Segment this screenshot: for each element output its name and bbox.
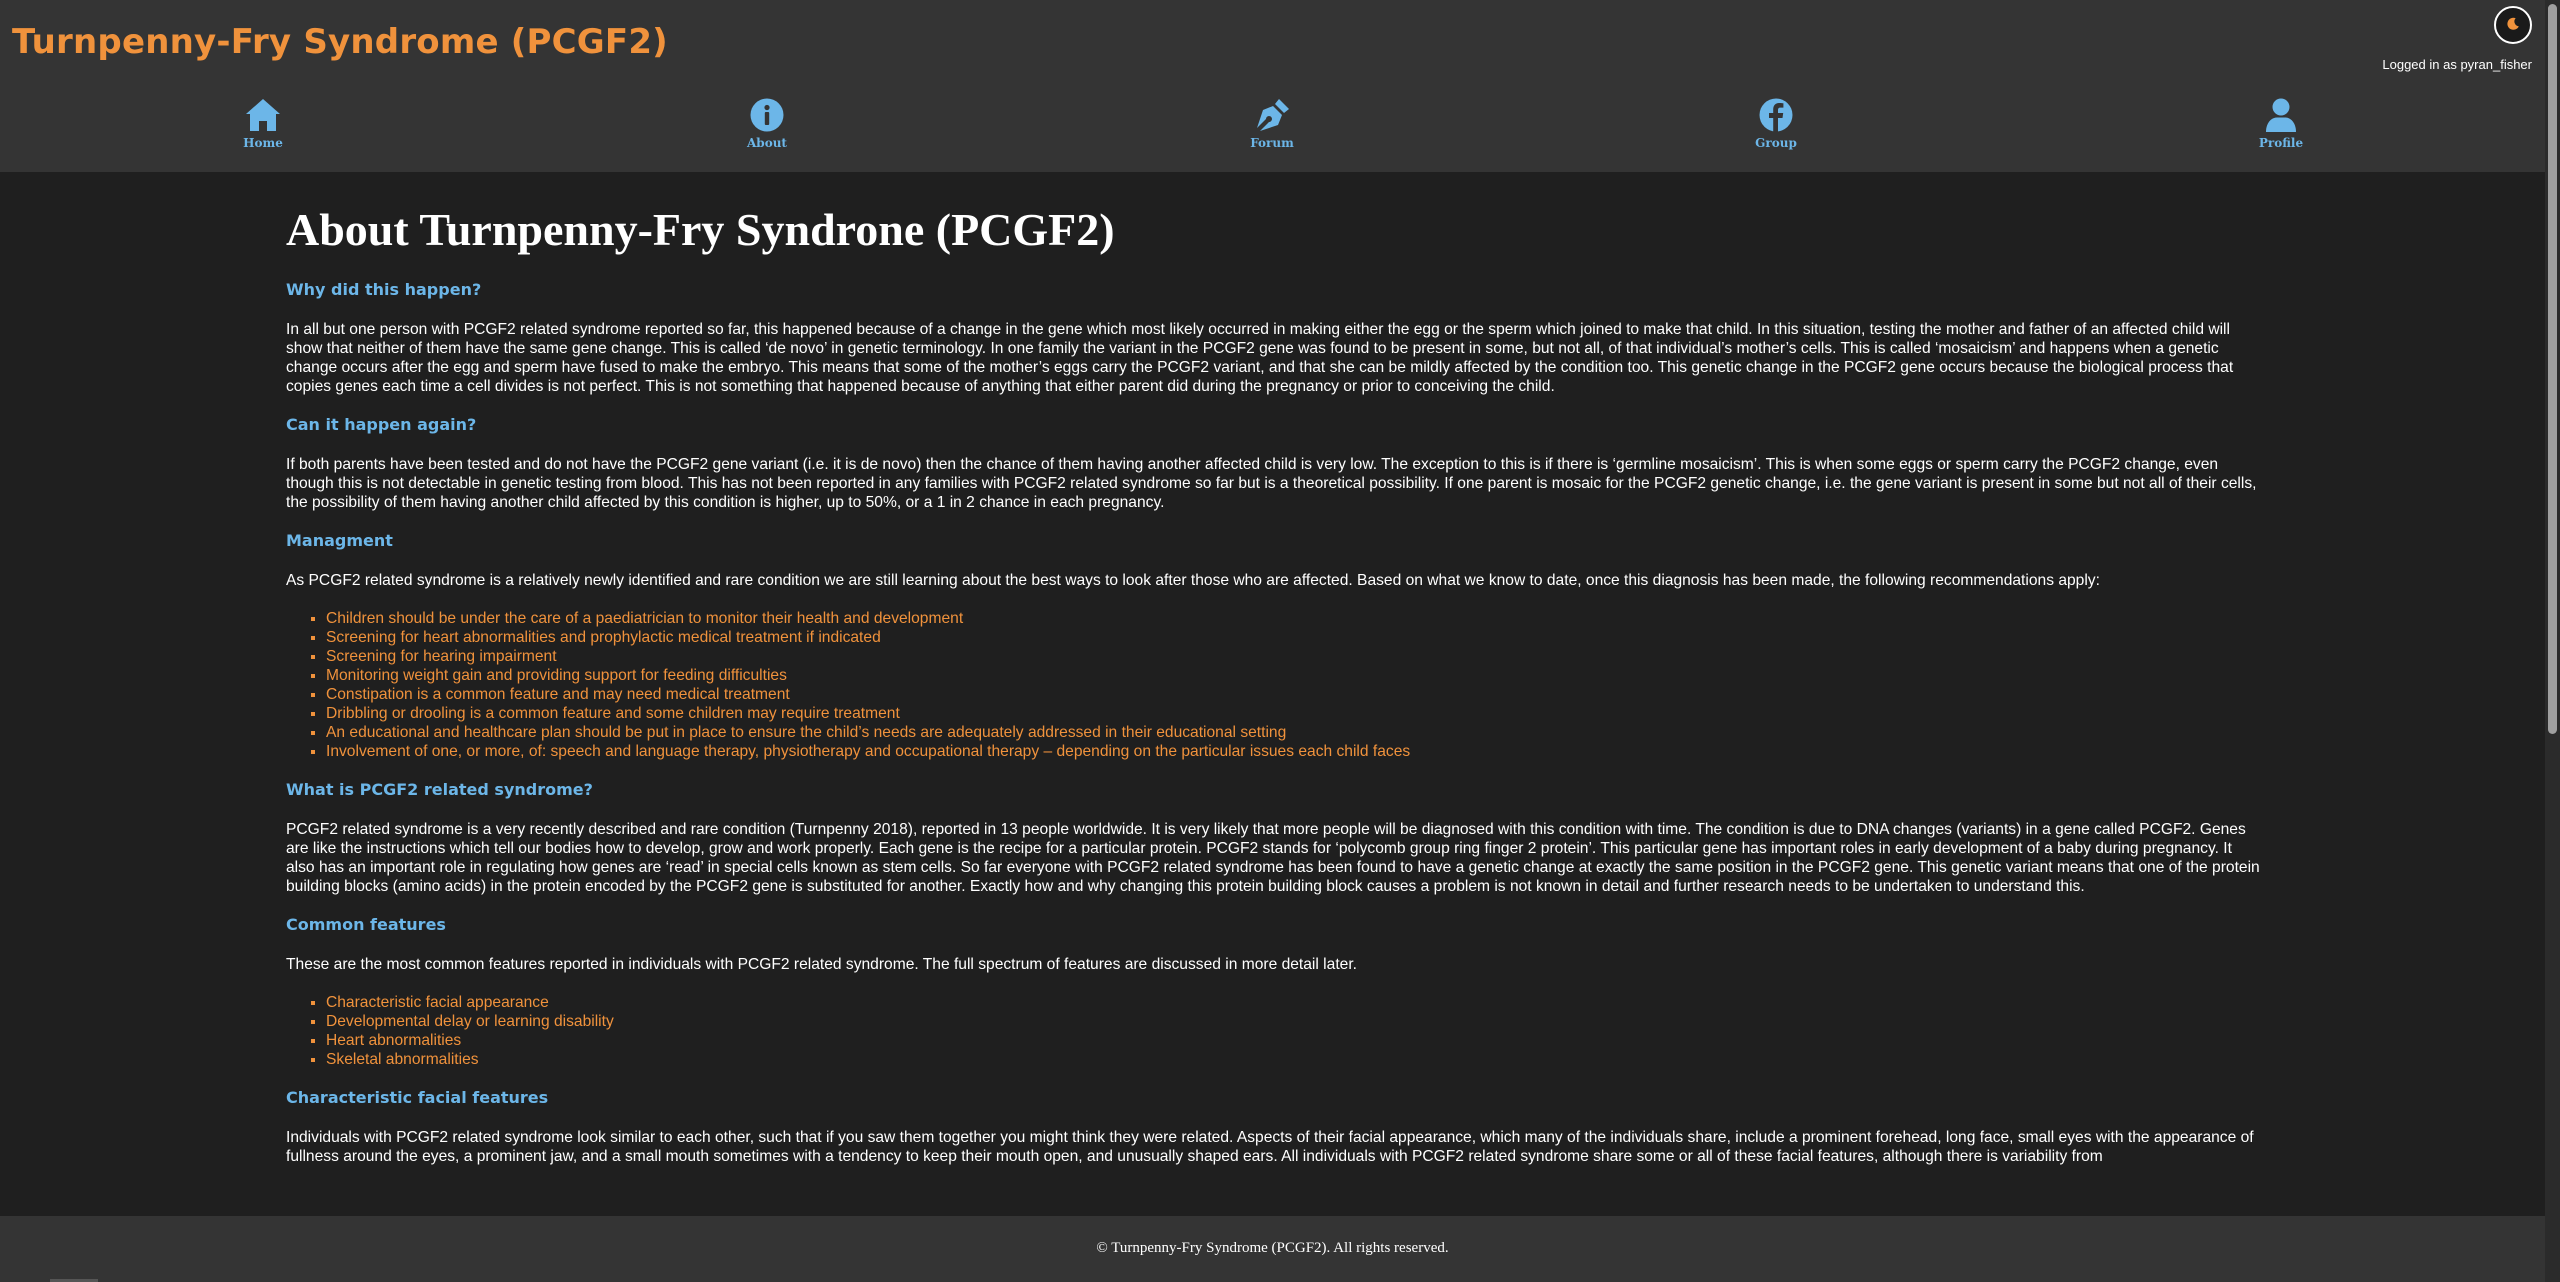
site-footer: © Turnpenny-Fry Syndrome (PCGF2). All ri… bbox=[0, 1216, 2545, 1282]
nav-label-about: About bbox=[747, 136, 787, 150]
nav-label-profile: Profile bbox=[2258, 136, 2304, 150]
management-list: Children should be under the care of a p… bbox=[286, 609, 2260, 761]
page-title: About Turnpenny-Fry Syndrone (PCGF2) bbox=[286, 204, 1115, 255]
list-item: An educational and healthcare plan shoul… bbox=[326, 723, 2260, 742]
list-item: Screening for hearing impairment bbox=[326, 647, 2260, 666]
list-item: Developmental delay or learning disabili… bbox=[326, 1012, 2260, 1031]
section-heading-again: Can it happen again? bbox=[286, 415, 477, 434]
section-heading-what: What is PCGF2 related syndrome? bbox=[286, 780, 593, 799]
paragraph-common: These are the most common features repor… bbox=[286, 956, 1357, 973]
common-features-list: Characteristic facial appearance Develop… bbox=[286, 993, 2260, 1069]
user-icon bbox=[2261, 96, 2301, 134]
list-item: Screening for heart abnormalities and pr… bbox=[326, 628, 2260, 647]
main-content-area: About Turnpenny-Fry Syndrone (PCGF2) Why… bbox=[0, 172, 2545, 1216]
list-item: Children should be under the care of a p… bbox=[326, 609, 2260, 628]
nav-item-home[interactable]: Home bbox=[203, 96, 323, 150]
nav-label-group: Group bbox=[1755, 136, 1797, 150]
section-heading-common: Common features bbox=[286, 915, 446, 934]
nav-item-about[interactable]: About bbox=[707, 96, 827, 150]
nav-label-home: Home bbox=[243, 136, 283, 150]
list-item: Constipation is a common feature and may… bbox=[326, 685, 2260, 704]
list-item: Involvement of one, or more, of: speech … bbox=[326, 742, 2260, 761]
facebook-icon bbox=[1756, 96, 1796, 134]
nav-label-forum: Forum bbox=[1250, 136, 1294, 150]
page-scrollbar[interactable] bbox=[2545, 0, 2560, 1282]
list-item: Monitoring weight gain and providing sup… bbox=[326, 666, 2260, 685]
section-heading-why: Why did this happen? bbox=[286, 280, 482, 299]
list-item: Heart abnormalities bbox=[326, 1031, 2260, 1050]
theme-toggle-button[interactable] bbox=[2494, 6, 2532, 44]
copyright-text: © Turnpenny-Fry Syndrome (PCGF2). All ri… bbox=[1096, 1239, 1449, 1256]
about-article: About Turnpenny-Fry Syndrone (PCGF2) Why… bbox=[286, 202, 2260, 1185]
section-heading-management: Managment bbox=[286, 531, 393, 550]
scrollbar-thumb[interactable] bbox=[2548, 4, 2557, 734]
info-icon bbox=[747, 96, 787, 134]
nav-item-profile[interactable]: Profile bbox=[2221, 96, 2341, 150]
home-icon bbox=[243, 96, 283, 134]
list-item: Skeletal abnormalities bbox=[326, 1050, 2260, 1069]
nav-item-group[interactable]: Group bbox=[1716, 96, 1836, 150]
paragraph-what: PCGF2 related syndrome is a very recentl… bbox=[286, 821, 2260, 895]
paragraph-again: If both parents have been tested and do … bbox=[286, 456, 2257, 511]
moon-icon bbox=[2506, 16, 2520, 35]
logged-in-status: Logged in as pyran_fisher bbox=[2382, 57, 2532, 72]
paragraph-why: In all but one person with PCGF2 related… bbox=[286, 321, 2234, 395]
site-title[interactable]: Turnpenny-Fry Syndrome (PCGF2) bbox=[12, 22, 668, 62]
list-item: Characteristic facial appearance bbox=[326, 993, 2260, 1012]
app-window: Turnpenny-Fry Syndrome (PCGF2) Logged in… bbox=[0, 0, 2560, 1282]
list-item: Dribbling or drooling is a common featur… bbox=[326, 704, 2260, 723]
paragraph-facial: Individuals with PCGF2 related syndrome … bbox=[286, 1129, 2254, 1165]
nav-item-forum[interactable]: Forum bbox=[1212, 96, 1332, 150]
section-heading-facial: Characteristic facial features bbox=[286, 1088, 549, 1107]
site-header: Turnpenny-Fry Syndrome (PCGF2) Logged in… bbox=[0, 0, 2545, 172]
paragraph-management: As PCGF2 related syndrome is a relativel… bbox=[286, 572, 2100, 589]
pen-nib-icon bbox=[1252, 96, 1292, 134]
main-nav: Home About Forum Group Profile bbox=[0, 96, 2545, 156]
